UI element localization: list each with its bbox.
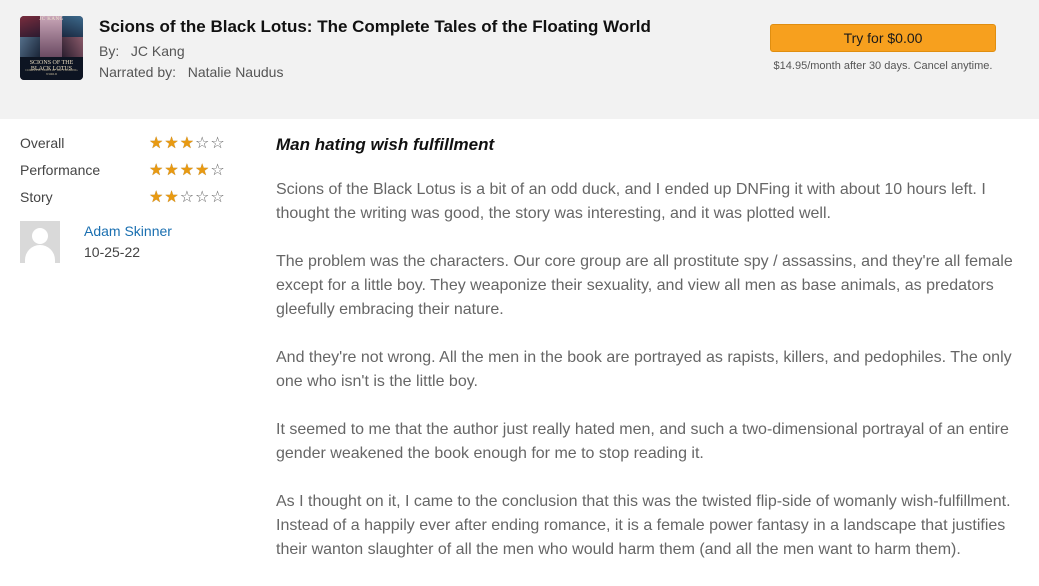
star-rating: ★★☆☆☆ <box>149 187 226 207</box>
star-rating: ★★★★☆ <box>149 160 226 180</box>
star-filled-icon: ★ <box>179 135 196 152</box>
star-filled-icon: ★ <box>179 162 196 179</box>
rating-label: Story <box>20 189 53 205</box>
star-filled-icon: ★ <box>149 162 165 179</box>
star-empty-icon: ☆ <box>210 135 226 152</box>
star-empty-icon: ☆ <box>195 189 211 206</box>
review-title: Man hating wish fulfillment <box>276 135 495 154</box>
cover-art-panel <box>40 16 62 57</box>
try-free-button[interactable]: Try for $0.00 <box>770 24 996 52</box>
book-title: Scions of the Black Lotus: The Complete … <box>99 17 651 36</box>
avatar-head <box>32 228 48 244</box>
star-filled-icon: ★ <box>149 135 165 152</box>
star-filled-icon: ★ <box>164 162 180 179</box>
narrator-line: Narrated by: Natalie Naudus <box>99 64 283 80</box>
star-empty-icon: ☆ <box>210 189 226 206</box>
review-paragraph: As I thought on it, I came to the conclu… <box>276 493 1011 558</box>
narrator-label: Narrated by: <box>99 64 177 80</box>
rating-label: Performance <box>20 162 101 178</box>
review-paragraph: Scions of the Black Lotus is a bit of an… <box>276 181 986 222</box>
review-body: Scions of the Black Lotus is a bit of an… <box>276 178 1021 586</box>
star-filled-icon: ★ <box>164 135 180 152</box>
offer-terms: $14.95/month after 30 days. Cancel anyti… <box>773 60 993 72</box>
star-filled-icon: ★ <box>164 189 180 206</box>
reviewer-avatar-icon <box>20 221 60 263</box>
product-header: JC KANG SCIONS OF THE BLACK LOTUS COMPLE… <box>0 0 1039 119</box>
rating-label: Overall <box>20 135 65 151</box>
star-empty-icon: ☆ <box>179 189 196 206</box>
star-empty-icon: ☆ <box>210 162 226 179</box>
cover-subtitle-text: COMPLETE TALES OF THE FLOATING WORLD <box>25 68 78 76</box>
star-empty-icon: ☆ <box>195 135 211 152</box>
star-filled-icon: ★ <box>195 162 211 179</box>
author-line: By: JC Kang <box>99 43 185 59</box>
review-paragraph: It seemed to me that the author just rea… <box>276 421 1009 462</box>
reviewer-name-link[interactable]: Adam Skinner <box>84 223 172 239</box>
cover-author-text: JC KANG <box>39 17 64 22</box>
cover-art-panel <box>62 37 83 57</box>
review-paragraph: The problem was the characters. Our core… <box>276 253 1013 318</box>
cover-art-panel <box>20 37 40 57</box>
author-name[interactable]: JC Kang <box>131 43 185 59</box>
book-cover-image[interactable]: JC KANG SCIONS OF THE BLACK LOTUS COMPLE… <box>20 16 83 80</box>
review-date: 10-25-22 <box>84 244 141 260</box>
avatar-body <box>25 245 55 263</box>
star-filled-icon: ★ <box>149 189 165 206</box>
star-rating: ★★★☆☆ <box>149 133 226 153</box>
narrator-name[interactable]: Natalie Naudus <box>188 64 284 80</box>
author-label: By: <box>99 43 120 59</box>
review-paragraph: And they're not wrong. All the men in th… <box>276 349 1012 390</box>
